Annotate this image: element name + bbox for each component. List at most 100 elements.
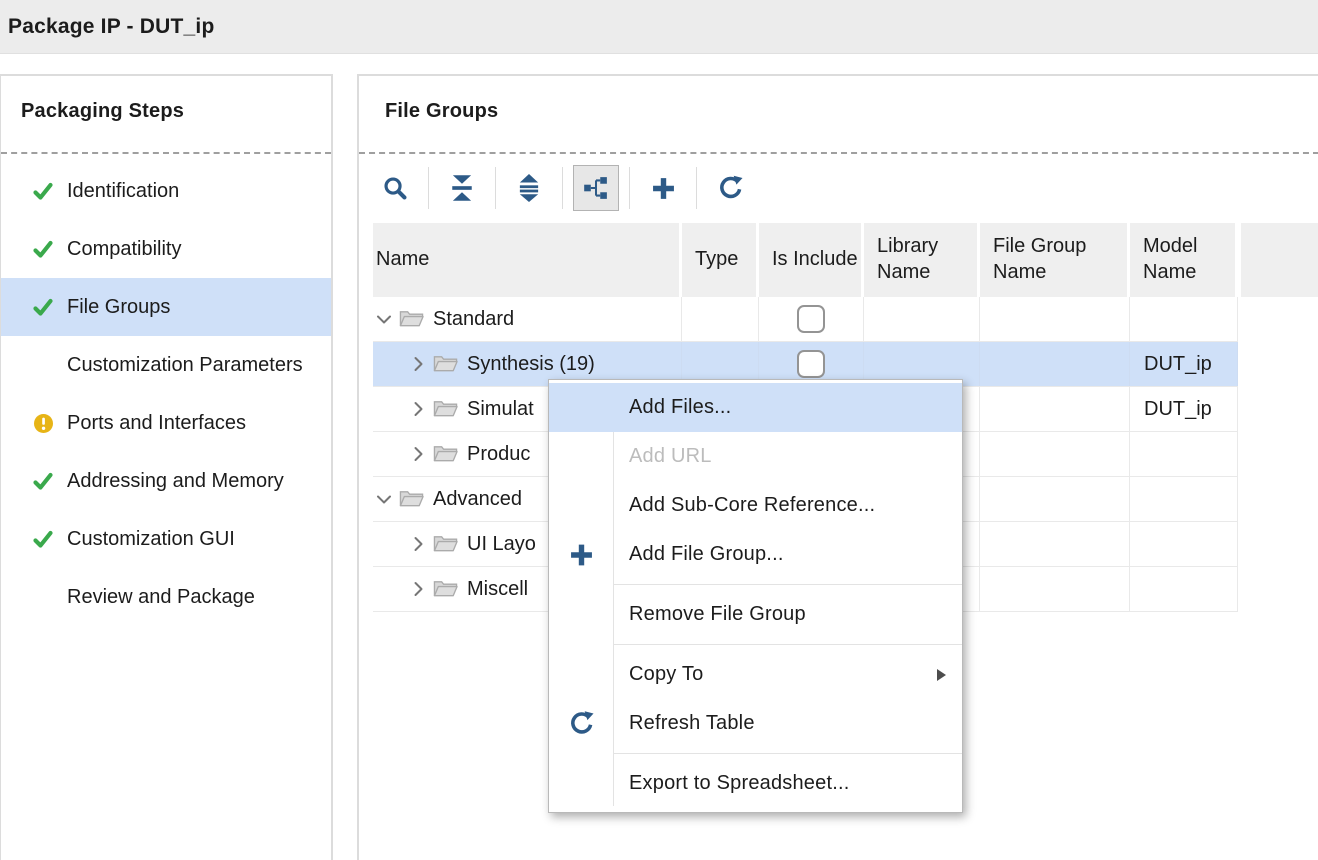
column-header-model-name[interactable]: Model Name — [1130, 223, 1235, 297]
menu-item-add-sub-core-reference[interactable]: Add Sub-Core Reference... — [549, 481, 962, 530]
column-header-type[interactable]: Type — [682, 223, 756, 297]
sidebar-item-compatibility[interactable]: Compatibility — [1, 220, 331, 278]
packaging-steps-list: Identification Compatibility File Groups Cu… — [1, 162, 331, 626]
chevron-right-icon — [413, 536, 424, 552]
plus-icon — [650, 175, 677, 202]
folder-icon — [433, 534, 458, 554]
menu-item-refresh-table[interactable]: Refresh Table — [549, 699, 962, 748]
packaging-steps-panel: Packaging Steps Identification Compatibil… — [0, 74, 333, 860]
name-cell[interactable]: Standard — [373, 297, 682, 341]
model-name-cell — [1130, 522, 1238, 566]
toolbar-divider — [696, 167, 697, 209]
file-groups-heading: File Groups — [385, 100, 498, 123]
folder-icon — [433, 534, 458, 554]
column-header-file-group-name[interactable]: File Group Name — [980, 223, 1127, 297]
menu-item-export-to-spreadsheet[interactable]: Export to Spreadsheet... — [549, 759, 962, 808]
sidebar-item-addressing-and-memory[interactable]: Addressing and Memory — [1, 452, 331, 510]
model-name-value: DUT_ip — [1130, 398, 1212, 421]
menu-item-label: Copy To — [629, 663, 703, 686]
column-header-is-include[interactable]: Is Include — [759, 223, 861, 297]
model-name-cell — [1130, 432, 1238, 476]
toolbar-button-collapse-all[interactable] — [439, 165, 485, 211]
plus-icon — [568, 541, 595, 568]
file-group-name-label: Simulat — [467, 398, 534, 421]
warning-icon — [32, 412, 54, 434]
column-header-library-name[interactable]: Library Name — [864, 223, 977, 297]
check-icon — [32, 470, 54, 492]
menu-item-label: Add Sub-Core Reference... — [629, 494, 875, 517]
folder-icon — [433, 399, 458, 419]
model-name-cell — [1130, 297, 1238, 341]
is-include-checkbox[interactable] — [797, 305, 825, 333]
chevron-right-icon[interactable] — [409, 536, 427, 552]
toolbar-divider — [562, 167, 563, 209]
check-icon — [32, 528, 54, 550]
packaging-steps-divider — [1, 152, 331, 154]
sidebar-item-customization-gui[interactable]: Customization GUI — [1, 510, 331, 568]
file-group-name-cell — [980, 432, 1130, 476]
check-icon — [32, 296, 54, 318]
toolbar-button-hierarchy-view[interactable] — [573, 165, 619, 211]
chevron-right-icon[interactable] — [409, 356, 427, 372]
sidebar-item-file-groups[interactable]: File Groups — [1, 278, 331, 336]
toolbar-button-refresh[interactable] — [707, 165, 753, 211]
chevron-right-icon[interactable] — [409, 446, 427, 462]
chevron-down-icon[interactable] — [375, 494, 393, 505]
check-icon — [32, 180, 54, 202]
menu-item-label: Remove File Group — [629, 603, 806, 626]
sidebar-item-label: Compatibility — [67, 238, 181, 261]
folder-icon — [399, 309, 424, 329]
toolbar-button-add[interactable] — [640, 165, 686, 211]
refresh-icon — [568, 710, 595, 737]
chevron-right-icon[interactable] — [409, 401, 427, 417]
is-include-checkbox[interactable] — [797, 350, 825, 378]
chevron-down-icon[interactable] — [375, 314, 393, 325]
packaging-steps-heading: Packaging Steps — [21, 100, 184, 123]
folder-icon — [399, 309, 424, 329]
menu-item-add-files[interactable]: Add Files... — [549, 383, 962, 432]
column-header-name[interactable]: Name — [373, 223, 679, 297]
menu-separator — [613, 753, 962, 754]
menu-item-copy-to[interactable]: Copy To — [549, 650, 962, 699]
sidebar-item-label: Identification — [67, 180, 179, 203]
toolbar-divider — [428, 167, 429, 209]
file-group-name-cell — [980, 567, 1130, 611]
file-group-name-label: UI Layo — [467, 533, 536, 556]
menu-item-add-file-group[interactable]: Add File Group... — [549, 530, 962, 579]
check-icon — [32, 238, 54, 260]
folder-icon — [433, 444, 458, 464]
menu-item-add-url[interactable]: Add URL — [549, 432, 962, 481]
check-icon — [32, 528, 54, 550]
table-row-standard[interactable]: Standard — [373, 297, 1238, 342]
menu-separator — [613, 644, 962, 645]
collapse-all-icon — [449, 174, 475, 202]
type-cell — [682, 297, 759, 341]
status-icon-empty — [32, 586, 54, 608]
folder-icon — [433, 354, 458, 374]
chevron-down-icon — [376, 494, 392, 505]
sidebar-item-customization-parameters[interactable]: Customization Parameters — [1, 336, 331, 394]
chevron-right-icon[interactable] — [409, 581, 427, 597]
check-icon — [32, 470, 54, 492]
menu-separator — [613, 584, 962, 585]
toolbar-button-search[interactable] — [372, 165, 418, 211]
sidebar-item-label: Addressing and Memory — [67, 470, 284, 493]
table-header: NameTypeIs IncludeLibrary NameFile Group… — [359, 223, 1318, 297]
chevron-down-icon — [376, 314, 392, 325]
status-icon-empty — [32, 354, 54, 376]
menu-item-label: Add Files... — [629, 396, 731, 419]
chevron-right-icon — [413, 446, 424, 462]
sidebar-item-ports-and-interfaces[interactable]: Ports and Interfaces — [1, 394, 331, 452]
menu-item-label: Add URL — [629, 445, 712, 468]
sidebar-item-review-and-package[interactable]: Review and Package — [1, 568, 331, 626]
menu-item-remove-file-group[interactable]: Remove File Group — [549, 590, 962, 639]
file-group-name-label: Synthesis (19) — [467, 353, 595, 376]
sidebar-item-identification[interactable]: Identification — [1, 162, 331, 220]
folder-icon — [433, 399, 458, 419]
refresh-icon — [717, 175, 744, 202]
toolbar-button-expand-all[interactable] — [506, 165, 552, 211]
folder-icon — [399, 489, 424, 509]
file-group-name-label: Advanced — [433, 488, 522, 511]
sidebar-item-label: File Groups — [67, 296, 170, 319]
folder-icon — [433, 354, 458, 374]
